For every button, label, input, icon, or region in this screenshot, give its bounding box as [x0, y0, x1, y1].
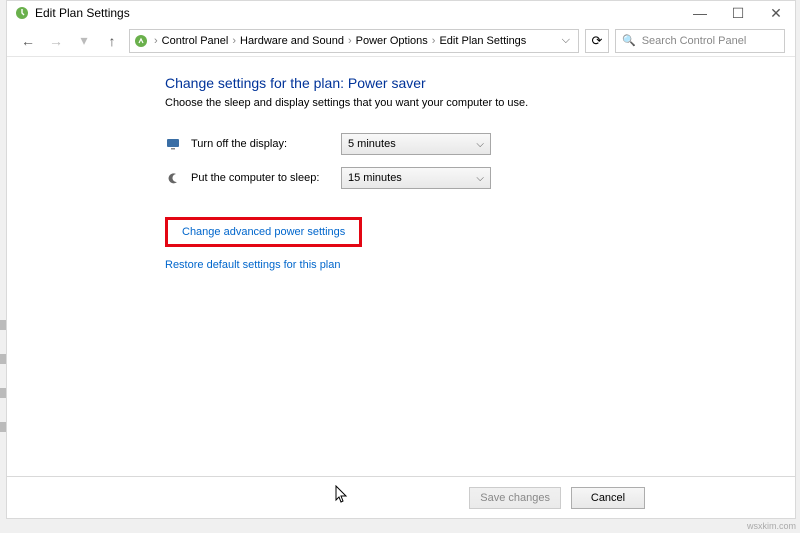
page-description: Choose the sleep and display settings th… [165, 97, 795, 109]
maximize-button[interactable]: ☐ [719, 1, 757, 25]
save-changes-button[interactable]: Save changes [469, 487, 561, 509]
footer-bar: Save changes Cancel [7, 476, 795, 518]
select-value: 5 minutes [348, 138, 396, 150]
change-advanced-power-settings-link[interactable]: Change advanced power settings [165, 217, 362, 247]
search-icon: 🔍 [622, 34, 636, 47]
address-dropdown[interactable]: ⌵ [558, 34, 574, 47]
sleep-label: Put the computer to sleep: [191, 172, 331, 184]
restore-default-settings-link[interactable]: Restore default settings for this plan [165, 259, 795, 271]
recent-locations-dropdown[interactable]: ▾ [73, 30, 95, 52]
moon-icon [165, 170, 181, 186]
main-panel: Change settings for the plan: Power save… [7, 57, 795, 476]
decoration [0, 388, 6, 398]
breadcrumb[interactable]: Hardware and Sound [240, 35, 344, 47]
title-bar: Edit Plan Settings — ☐ ✕ [7, 1, 795, 25]
breadcrumb[interactable]: Power Options [356, 35, 428, 47]
decoration [0, 422, 6, 432]
close-button[interactable]: ✕ [757, 1, 795, 25]
toolbar: ← → ▾ ↑ › Control Panel › Hardware and S… [7, 25, 795, 57]
page-title: Change settings for the plan: Power save… [165, 75, 795, 91]
address-bar[interactable]: › Control Panel › Hardware and Sound › P… [129, 29, 579, 53]
sleep-select[interactable]: 15 minutes ⌵ [341, 167, 491, 189]
chevron-down-icon[interactable]: › [152, 35, 160, 47]
window: Edit Plan Settings — ☐ ✕ ← → ▾ ↑ › Contr… [6, 0, 796, 519]
nav-forward-button[interactable]: → [45, 30, 67, 52]
power-options-icon [134, 34, 148, 48]
cancel-button[interactable]: Cancel [571, 487, 645, 509]
power-plan-icon [15, 6, 29, 20]
chevron-down-icon: ⌵ [476, 173, 484, 184]
turn-off-display-select[interactable]: 5 minutes ⌵ [341, 133, 491, 155]
settings-rows: Turn off the display: 5 minutes ⌵ Put th… [165, 133, 795, 189]
select-value: 15 minutes [348, 172, 402, 184]
nav-up-button[interactable]: ↑ [101, 30, 123, 52]
chevron-right-icon[interactable]: › [430, 35, 438, 47]
window-title: Edit Plan Settings [35, 6, 130, 20]
refresh-button[interactable]: ⟳ [585, 29, 609, 53]
turn-off-display-row: Turn off the display: 5 minutes ⌵ [165, 133, 795, 155]
turn-off-display-label: Turn off the display: [191, 138, 331, 150]
breadcrumb[interactable]: Edit Plan Settings [439, 35, 526, 47]
breadcrumb[interactable]: Control Panel [162, 35, 229, 47]
search-input[interactable]: 🔍 Search Control Panel [615, 29, 785, 53]
links-block: Change advanced power settings Restore d… [165, 217, 795, 271]
search-placeholder: Search Control Panel [642, 35, 747, 47]
nav-back-button[interactable]: ← [17, 30, 39, 52]
breadcrumb-label: Control Panel [162, 35, 229, 47]
minimize-button[interactable]: — [681, 1, 719, 25]
window-controls: — ☐ ✕ [681, 1, 795, 25]
sleep-row: Put the computer to sleep: 15 minutes ⌵ [165, 167, 795, 189]
chevron-right-icon[interactable]: › [230, 35, 238, 47]
breadcrumb-label: Hardware and Sound [240, 35, 344, 47]
decoration [0, 320, 6, 330]
breadcrumb-label: Power Options [356, 35, 428, 47]
display-icon [165, 136, 181, 152]
chevron-right-icon[interactable]: › [346, 35, 354, 47]
watermark: wsxkim.com [747, 521, 796, 531]
chevron-down-icon: ⌵ [476, 139, 484, 150]
content-area: Change settings for the plan: Power save… [7, 57, 795, 518]
decoration [0, 354, 6, 364]
breadcrumb-label: Edit Plan Settings [439, 35, 526, 47]
